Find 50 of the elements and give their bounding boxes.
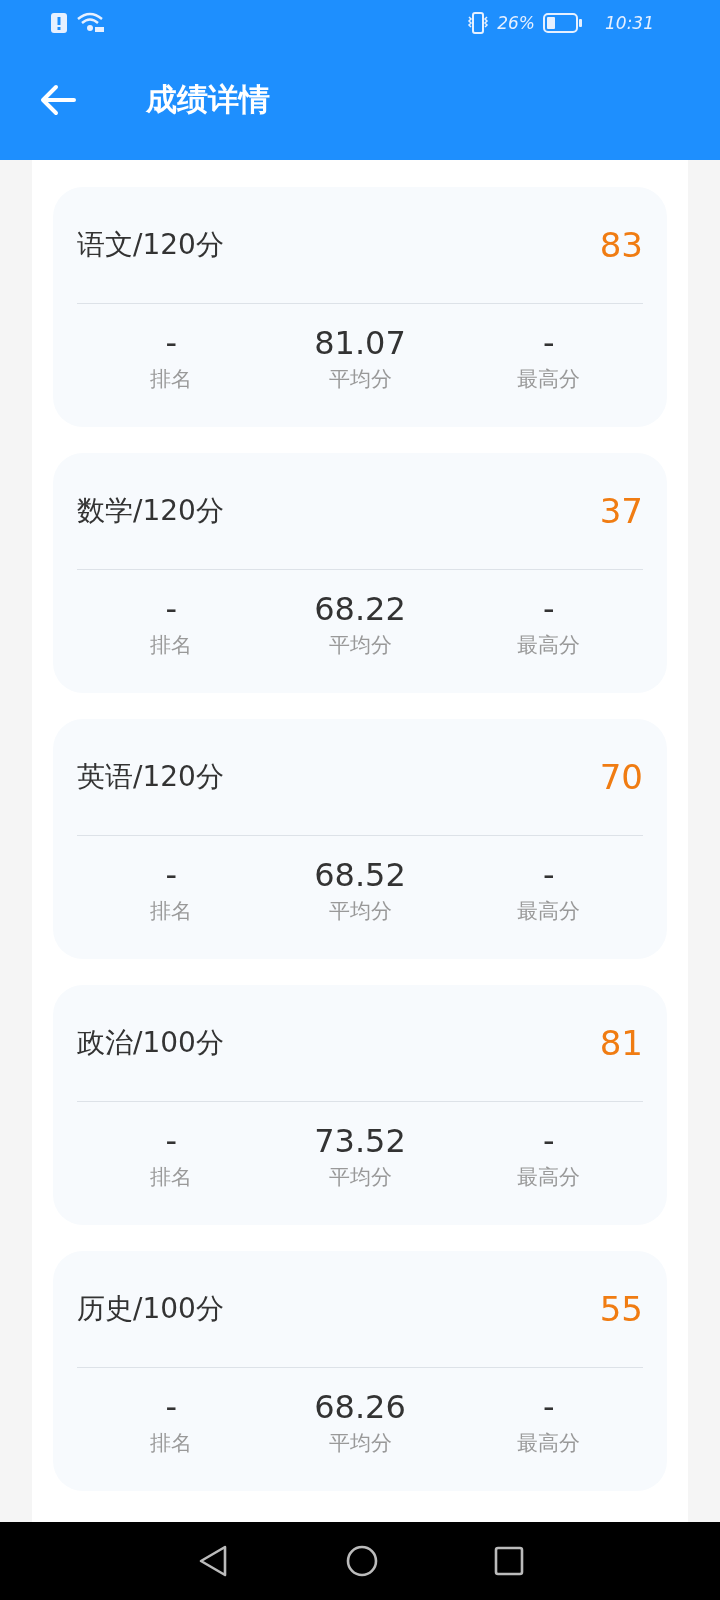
stat-label: 排名 — [150, 1429, 193, 1457]
stat-label: 排名 — [150, 897, 193, 925]
subject-score: 81 — [599, 1023, 643, 1063]
status-time: 10:31 — [605, 13, 654, 33]
vibrate-icon — [467, 11, 490, 35]
stat-label: 排名 — [150, 631, 193, 659]
subject-score: 83 — [599, 225, 643, 265]
back-arrow-icon[interactable] — [40, 84, 76, 116]
battery-icon — [543, 12, 583, 34]
subject-score: 70 — [599, 757, 643, 797]
stat-label: 平均分 — [328, 365, 392, 393]
subject-name: 历史/100分 — [77, 1291, 224, 1327]
stat-value: 68.22 — [314, 590, 406, 629]
stat-label: 平均分 — [328, 631, 392, 659]
stat-value: 68.52 — [314, 856, 406, 895]
stat-label: 最高分 — [517, 1163, 581, 1191]
stat-label: 平均分 — [328, 1163, 392, 1191]
stat-value: - — [542, 1388, 555, 1427]
stat-label: 最高分 — [517, 1429, 581, 1457]
stat-value: - — [165, 1388, 178, 1427]
subject-name: 政治/100分 — [77, 1025, 224, 1061]
stat-value: - — [165, 590, 178, 629]
stat-value: - — [165, 324, 178, 363]
stat-value: - — [165, 856, 178, 895]
stat-label: 最高分 — [517, 897, 581, 925]
home-circle-icon[interactable] — [345, 1544, 379, 1578]
stat-label: 最高分 — [517, 631, 581, 659]
page-title: 成绩详情 — [146, 80, 270, 119]
stat-value: - — [542, 590, 555, 629]
stat-value: 73.52 — [314, 1122, 406, 1161]
subject-score: 37 — [599, 491, 643, 531]
stat-label: 排名 — [150, 1163, 193, 1191]
stat-value: - — [542, 1122, 555, 1161]
stat-value: - — [165, 1122, 178, 1161]
stat-value: 68.26 — [314, 1388, 406, 1427]
recents-square-icon[interactable] — [494, 1546, 524, 1576]
stat-value: - — [542, 856, 555, 895]
subject-name: 英语/120分 — [77, 759, 224, 795]
stat-value: 81.07 — [314, 324, 406, 363]
subject-name: 数学/120分 — [77, 493, 224, 529]
battery-percent: 26% — [497, 13, 535, 33]
stat-value: - — [542, 324, 555, 363]
stat-label: 平均分 — [328, 1429, 392, 1457]
stat-label: 排名 — [150, 365, 193, 393]
subject-score: 55 — [599, 1289, 643, 1329]
stat-label: 平均分 — [328, 897, 392, 925]
wifi-icon — [76, 12, 106, 34]
stat-label: 最高分 — [517, 365, 581, 393]
alert-icon — [50, 12, 68, 34]
subject-name: 语文/120分 — [77, 227, 224, 263]
